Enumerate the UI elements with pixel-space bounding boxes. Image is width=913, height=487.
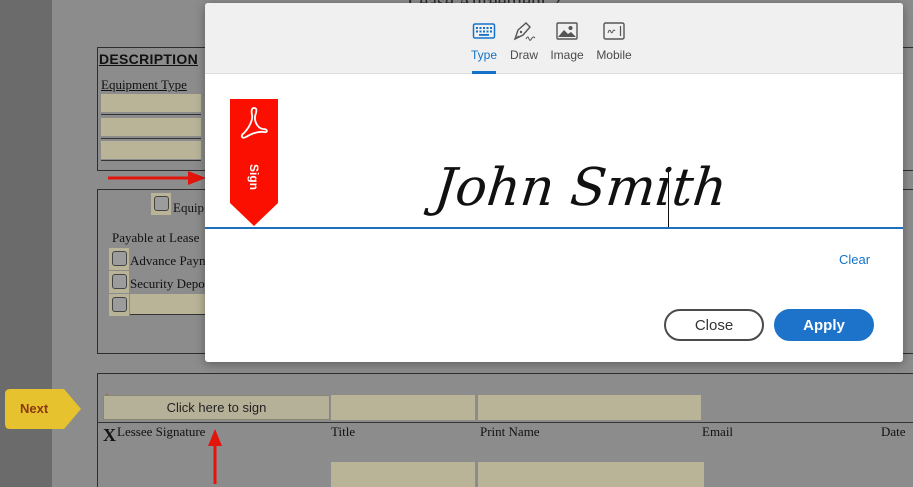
signature-x-marker: X: [103, 425, 116, 445]
equipment-type-label: Equipment Type: [101, 77, 187, 92]
security-deposit-label: Security Depo: [130, 276, 205, 291]
print-name-field[interactable]: [478, 395, 701, 420]
description-heading: DESCRIPTION: [99, 51, 198, 67]
tab-mobile[interactable]: Mobile: [595, 19, 633, 62]
column-title: Title: [331, 424, 356, 439]
advance-payment-checkbox[interactable]: [109, 248, 129, 270]
column-lessee-signature: Lessee Signature: [117, 424, 206, 439]
other-payment-field[interactable]: [130, 294, 205, 314]
apply-button[interactable]: Apply: [774, 309, 874, 341]
annotation-arrow-up: [208, 429, 222, 484]
clear-link[interactable]: Clear: [839, 252, 870, 267]
divider: [130, 314, 205, 315]
mobile-icon: [595, 19, 633, 43]
annotation-arrow-right: [108, 171, 206, 185]
signature-dialog: Type Draw Image Mobile John Smith Clear …: [205, 3, 903, 362]
close-button[interactable]: Close: [664, 309, 764, 341]
tab-type[interactable]: Type: [468, 19, 500, 62]
typed-signature[interactable]: John Smith: [432, 158, 730, 218]
payable-at-lease-label: Payable at Lease: [112, 230, 200, 245]
text-caret: [668, 169, 669, 227]
advance-payment-label: Advance Paym: [130, 253, 210, 268]
title-field[interactable]: [331, 395, 475, 420]
divider: [101, 138, 201, 139]
title-field-2[interactable]: [331, 462, 475, 487]
pen-icon: [508, 19, 540, 43]
divider: [101, 114, 201, 115]
tab-mobile-label: Mobile: [596, 48, 632, 62]
click-to-sign-field[interactable]: Click here to sign: [103, 395, 330, 420]
column-print-name: Print Name: [480, 424, 540, 439]
divider: [101, 160, 201, 161]
other-checkbox[interactable]: [109, 294, 129, 316]
signature-baseline: [205, 227, 903, 229]
equip-checkbox-label: Equip: [173, 200, 205, 215]
equipment-checkbox[interactable]: [151, 193, 171, 215]
signature-method-tabs: Type Draw Image Mobile: [205, 3, 903, 74]
equipment-field-2[interactable]: [101, 118, 201, 136]
equipment-field-3[interactable]: [101, 141, 201, 159]
tab-type-label: Type: [470, 48, 497, 62]
tab-draw-label: Draw: [509, 48, 538, 62]
keyboard-icon: [468, 19, 500, 43]
next-button-label: Next: [20, 401, 49, 416]
security-deposit-checkbox[interactable]: [109, 271, 129, 293]
column-email: Email: [702, 424, 734, 439]
tab-image-label: Image: [550, 48, 584, 62]
equipment-field-1[interactable]: [101, 94, 201, 112]
print-name-field-2[interactable]: [478, 462, 704, 487]
tab-image[interactable]: Image: [549, 19, 585, 62]
tab-draw[interactable]: Draw: [508, 19, 540, 62]
column-date: Date: [881, 424, 906, 439]
sign-flag-label: Sign: [247, 164, 261, 190]
active-tab-indicator: [472, 71, 496, 74]
image-icon: [549, 19, 585, 43]
signature-row-rule: [97, 422, 913, 423]
